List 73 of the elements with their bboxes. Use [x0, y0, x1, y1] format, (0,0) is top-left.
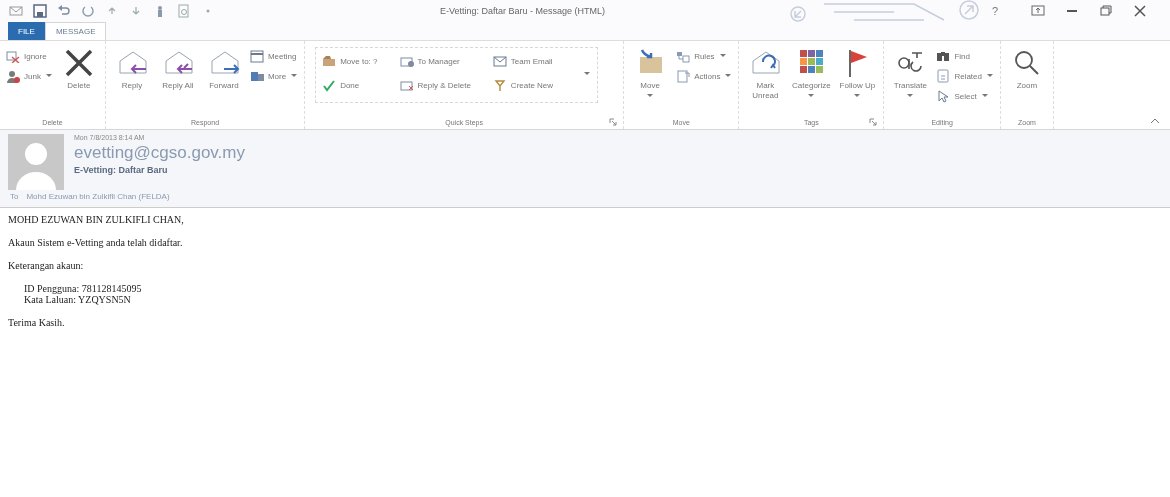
caret-icon	[583, 70, 592, 77]
launcher-arrow-icon	[869, 118, 878, 126]
recipient-name: Mohd Ezuwan bin Zulkifli Chan (FELDA)	[26, 192, 170, 201]
file-tab[interactable]: FILE	[8, 22, 45, 40]
quick-step[interactable]: Create New	[492, 78, 554, 92]
rules-button[interactable]: Rules	[676, 49, 733, 63]
dialog-launcher-button[interactable]	[609, 118, 618, 126]
caret-icon	[906, 92, 915, 99]
caret-icon	[290, 73, 299, 79]
caret-icon	[44, 73, 53, 79]
calendar-icon	[249, 49, 264, 63]
quick-step[interactable]: Move to: ?	[322, 54, 378, 68]
caret-icon	[980, 93, 989, 99]
person-icon	[6, 69, 20, 83]
quick-step[interactable]: Done	[322, 78, 378, 92]
quick-step[interactable]: Team Email	[492, 54, 554, 68]
rules-icon	[676, 49, 691, 63]
ignore-icon	[6, 49, 20, 63]
sender-address: evetting@cgso.gov.my	[74, 143, 245, 163]
forward-button[interactable]: Forward	[203, 47, 244, 91]
reply-button[interactable]: Reply	[111, 47, 152, 91]
to-label: To	[10, 192, 19, 201]
caret-icon	[985, 73, 994, 79]
body-text: ID Pengguna: 781128145095	[24, 283, 143, 294]
body-text: Keterangan akaun:	[8, 260, 85, 271]
launcher-arrow-icon	[609, 118, 618, 126]
select-button[interactable]: Select	[936, 89, 994, 103]
ignore-button[interactable]: Ignore	[6, 49, 53, 63]
subject-line: E-Vetting: Daftar Baru	[74, 165, 169, 175]
more-button[interactable]: More	[249, 69, 299, 83]
caret-icon	[718, 53, 727, 59]
translate-button[interactable]: Translate	[890, 47, 931, 99]
document-icon	[936, 69, 951, 83]
help-button[interactable]: ?	[992, 5, 999, 17]
move-button[interactable]: Move	[630, 47, 671, 99]
find-button[interactable]: Find	[936, 49, 994, 63]
caret-icon	[724, 73, 733, 79]
junk-button[interactable]: Junk	[6, 69, 53, 83]
related-button[interactable]: Related	[936, 69, 994, 83]
caret-icon	[853, 92, 862, 99]
pointer-icon	[936, 89, 951, 103]
follow-up-button[interactable]: Follow Up	[837, 47, 878, 99]
minimize-icon	[1067, 10, 1078, 12]
ribbon-display-icon	[1030, 3, 1047, 19]
document-icon	[676, 69, 691, 83]
quick-step[interactable]: To Manager	[399, 54, 471, 68]
mark-unread-button[interactable]: Mark Unread	[745, 47, 786, 101]
folder-icon	[322, 54, 337, 68]
funnel-icon	[492, 78, 507, 92]
zoom-button[interactable]: Zoom	[1006, 47, 1047, 91]
reply-all-button[interactable]: Reply All	[157, 47, 198, 91]
ribbon-tab[interactable]: MESSAGE	[44, 22, 107, 40]
caret-icon	[646, 92, 655, 99]
save-icon	[32, 3, 48, 19]
dialog-launcher-button[interactable]	[869, 118, 878, 126]
window-title: E-Vetting: Daftar Baru - Message (HTML)	[440, 6, 607, 16]
binoculars-icon	[936, 49, 951, 63]
caret-icon	[807, 92, 816, 99]
collapse-ribbon-icon	[1150, 117, 1160, 125]
body-text: MOHD EZUWAN BIN ZULKIFLI CHAN,	[8, 214, 185, 225]
delete-button[interactable]: Delete	[58, 47, 99, 91]
quick-step[interactable]: Reply & Delete	[399, 78, 471, 92]
body-text: Terima Kasih.	[8, 317, 66, 328]
actions-button[interactable]: Actions	[676, 69, 733, 83]
print-preview-icon	[176, 3, 192, 19]
body-text: Kata Laluan: YZQYSN5N	[24, 294, 132, 305]
categorize-button[interactable]: Categorize	[791, 47, 832, 99]
checkmark-icon	[322, 78, 337, 92]
body-text: Akaun Sistem e-Vetting anda telah didaftar.	[8, 237, 184, 248]
close-icon	[1132, 3, 1149, 19]
meeting-button[interactable]: Meeting	[249, 49, 299, 63]
restore-icon	[1098, 3, 1115, 19]
windows-icon	[249, 69, 264, 83]
